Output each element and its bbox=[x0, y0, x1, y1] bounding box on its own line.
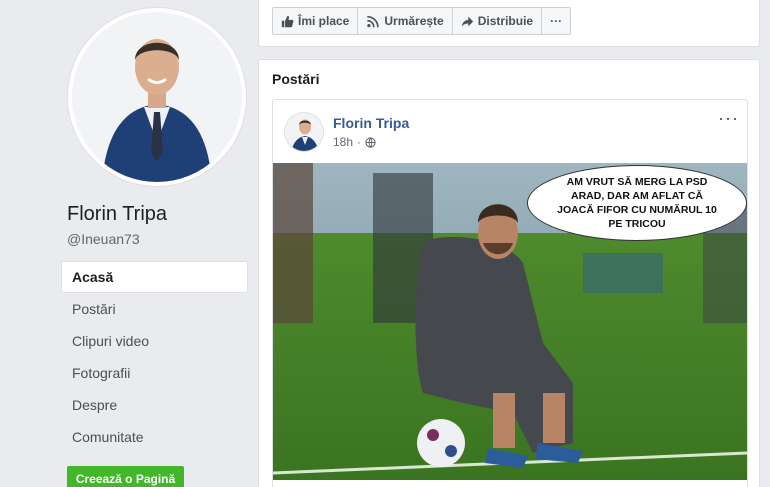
thumbs-up-icon bbox=[281, 15, 294, 27]
share-arrow-icon bbox=[461, 16, 473, 26]
page-name[interactable]: Florin Tripa bbox=[67, 203, 167, 226]
nav-item-clipuri-video[interactable]: Clipuri video bbox=[61, 325, 248, 357]
like-label: Îmi place bbox=[298, 14, 350, 28]
post-timestamp[interactable]: 18h bbox=[333, 135, 353, 149]
follow-button[interactable]: Urmărește bbox=[357, 7, 453, 35]
nav-item-fotografii[interactable]: Fotografii bbox=[61, 357, 248, 389]
page-handle[interactable]: @Ineuan73 bbox=[67, 231, 140, 247]
like-button[interactable]: Îmi place bbox=[272, 7, 359, 35]
posts-card: Postări Florin Tripa 18h · ··· AM VRUT S… bbox=[258, 59, 760, 487]
share-button[interactable]: Distribuie bbox=[451, 7, 543, 35]
rss-icon bbox=[367, 15, 380, 27]
more-actions-button[interactable]: ··· bbox=[541, 7, 572, 35]
left-column: Florin Tripa @Ineuan73 Acasă Postări Cli… bbox=[0, 0, 258, 487]
profile-portrait bbox=[72, 12, 242, 182]
meta-separator: · bbox=[357, 135, 362, 149]
share-label: Distribuie bbox=[477, 14, 534, 28]
posts-section-title: Postări bbox=[272, 71, 320, 87]
create-page-button[interactable]: Creează o Pagină bbox=[67, 466, 184, 487]
nav-item-despre[interactable]: Despre bbox=[61, 389, 248, 421]
post: Florin Tripa 18h · ··· AM VRUT SĂ MERG L… bbox=[272, 99, 748, 487]
page-actions-card: Îmi place Urmărește Distribuie ··· bbox=[258, 0, 760, 47]
post-image[interactable]: AM VRUT SĂ MERG LA PSD ARAD, DAR AM AFLA… bbox=[273, 163, 747, 480]
post-author-name[interactable]: Florin Tripa bbox=[333, 115, 409, 131]
nav-item-postari[interactable]: Postări bbox=[61, 293, 248, 325]
post-meta: 18h · bbox=[333, 135, 376, 149]
nav-item-comunitate[interactable]: Comunitate bbox=[61, 421, 248, 453]
profile-picture[interactable] bbox=[68, 8, 246, 186]
avatar-portrait bbox=[285, 113, 323, 151]
action-bar: Îmi place Urmărește Distribuie ··· bbox=[272, 7, 572, 35]
post-options-button[interactable]: ··· bbox=[718, 108, 739, 129]
page-nav: Acasă Postări Clipuri video Fotografii D… bbox=[61, 261, 248, 453]
speech-bubble: AM VRUT SĂ MERG LA PSD ARAD, DAR AM AFLA… bbox=[527, 165, 747, 241]
speech-bubble-text: AM VRUT SĂ MERG LA PSD ARAD, DAR AM AFLA… bbox=[557, 176, 717, 230]
globe-icon[interactable] bbox=[365, 136, 376, 148]
nav-item-acasa[interactable]: Acasă bbox=[61, 261, 248, 293]
post-author-avatar[interactable] bbox=[284, 112, 324, 152]
follow-label: Urmărește bbox=[384, 14, 444, 28]
